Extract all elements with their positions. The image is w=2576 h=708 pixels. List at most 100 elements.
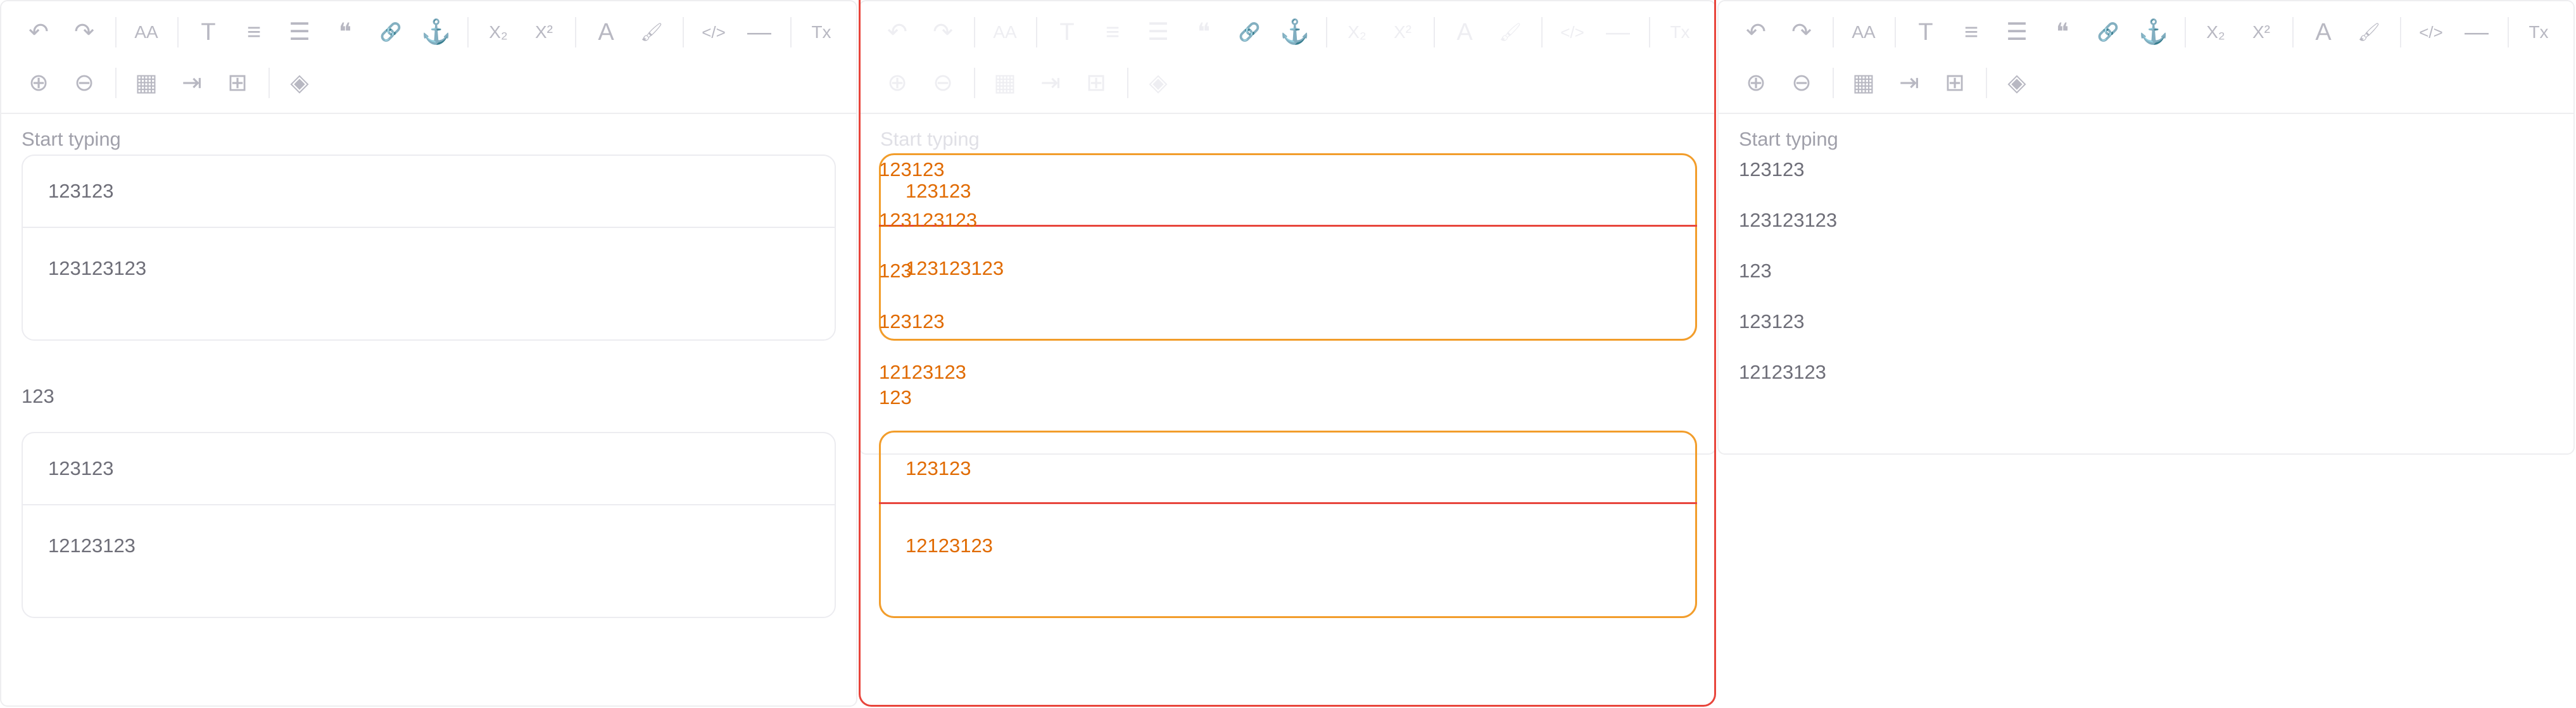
- subscript-button[interactable]: X₂: [2194, 10, 2238, 54]
- paragraph[interactable]: 123123: [1739, 158, 1804, 181]
- redo-button[interactable]: ↷: [62, 10, 106, 54]
- format-painter-button[interactable]: 🖌: [1488, 10, 1532, 54]
- toolbar-separator: [1833, 68, 1834, 98]
- table-cell[interactable]: 12123123: [48, 534, 136, 557]
- undo-button[interactable]: ↶: [875, 10, 919, 54]
- align-button[interactable]: ≡: [232, 10, 276, 54]
- table-cell[interactable]: 123123: [48, 180, 113, 203]
- list-button[interactable]: ☰: [1136, 10, 1180, 54]
- fill-color-icon: ◈: [1149, 70, 1168, 96]
- add-row-button[interactable]: ⊕: [875, 61, 919, 105]
- subscript-button[interactable]: X₂: [476, 10, 521, 54]
- delete-button[interactable]: ⊖: [921, 61, 965, 105]
- align-icon: ≡: [1964, 19, 1979, 46]
- subscript-button[interactable]: X₂: [1335, 10, 1379, 54]
- list-icon: ☰: [1147, 19, 1170, 46]
- delete-button[interactable]: ⊖: [62, 61, 106, 105]
- undo-button[interactable]: ↶: [16, 10, 61, 54]
- superscript-button[interactable]: X²: [522, 10, 566, 54]
- undo-button[interactable]: ↶: [1734, 10, 1778, 54]
- delete-column-button[interactable]: ⊞: [1933, 61, 1977, 105]
- insert-column-icon: ⇥: [1040, 70, 1061, 96]
- toolbar-row-2: ⊕ ⊖ ▦ ⇥ ⊞ ◈: [16, 61, 323, 105]
- table-cell[interactable]: 123123: [48, 457, 113, 480]
- table-button[interactable]: ▦: [1841, 61, 1886, 105]
- editor-content[interactable]: Start typing 123123 123123123 123 123123…: [20, 113, 837, 705]
- add-row-button[interactable]: ⊕: [16, 61, 61, 105]
- paragraph[interactable]: 123: [22, 385, 54, 408]
- anchor-button[interactable]: ⚓: [1273, 10, 1317, 54]
- quote-button[interactable]: ❝: [323, 10, 367, 54]
- add-row-button[interactable]: ⊕: [1734, 61, 1778, 105]
- fill-color-button[interactable]: ◈: [1995, 61, 2039, 105]
- superscript-button[interactable]: X²: [2239, 10, 2283, 54]
- toolbar-separator: [2508, 17, 2509, 47]
- font-size-button[interactable]: AA: [1841, 10, 1886, 54]
- font-size-button[interactable]: AA: [983, 10, 1027, 54]
- delete-icon: ⊖: [74, 70, 94, 96]
- paragraph[interactable]: 12123123: [1739, 361, 1826, 384]
- horizontal-rule-button[interactable]: —: [1596, 10, 1640, 54]
- delete-column-button[interactable]: ⊞: [215, 61, 260, 105]
- list-button[interactable]: ☰: [277, 10, 322, 54]
- superscript-icon: X²: [535, 22, 553, 42]
- clear-format-button[interactable]: Tx: [2516, 10, 2561, 54]
- link-button[interactable]: 🔗: [2086, 10, 2130, 54]
- align-button[interactable]: ≡: [1090, 10, 1135, 54]
- text-style-button[interactable]: T: [186, 10, 230, 54]
- insert-column-button[interactable]: ⇥: [1887, 61, 1931, 105]
- debug-text: 12123123: [879, 361, 966, 383]
- add-row-icon: ⊕: [887, 70, 907, 96]
- text-style-button[interactable]: T: [1045, 10, 1089, 54]
- table-cell[interactable]: 123123123: [48, 257, 146, 280]
- toolbar-separator: [683, 17, 684, 47]
- code-button[interactable]: </>: [2409, 10, 2453, 54]
- code-button[interactable]: </>: [691, 10, 736, 54]
- add-row-icon: ⊕: [28, 70, 49, 96]
- insert-column-button[interactable]: ⇥: [170, 61, 214, 105]
- link-button[interactable]: 🔗: [369, 10, 413, 54]
- font-size-button[interactable]: AA: [124, 10, 168, 54]
- clear-format-button[interactable]: Tx: [799, 10, 843, 54]
- table-button[interactable]: ▦: [124, 61, 168, 105]
- fill-color-button[interactable]: ◈: [1136, 61, 1180, 105]
- list-button[interactable]: ☰: [1995, 10, 2039, 54]
- font-color-button[interactable]: A: [2301, 10, 2346, 54]
- anchor-button[interactable]: ⚓: [414, 10, 458, 54]
- table-row-divider: [23, 227, 835, 228]
- superscript-button[interactable]: X²: [1380, 10, 1425, 54]
- delete-button[interactable]: ⊖: [1779, 61, 1824, 105]
- font-size-icon: AA: [993, 22, 1017, 42]
- paragraph[interactable]: 123123: [1739, 310, 1804, 333]
- code-button[interactable]: </>: [1550, 10, 1594, 54]
- anchor-button[interactable]: ⚓: [2131, 10, 2176, 54]
- table[interactable]: 123123 12123123: [22, 432, 836, 618]
- debug-text: 123123: [879, 310, 945, 332]
- clear-format-icon: Tx: [2529, 22, 2549, 42]
- horizontal-rule-button[interactable]: —: [737, 10, 781, 54]
- font-color-button[interactable]: A: [584, 10, 628, 54]
- align-button[interactable]: ≡: [1949, 10, 1993, 54]
- horizontal-rule-button[interactable]: —: [2454, 10, 2499, 54]
- redo-button[interactable]: ↷: [1779, 10, 1824, 54]
- paragraph[interactable]: 123123123: [1739, 209, 1837, 232]
- quote-button[interactable]: ❝: [2040, 10, 2085, 54]
- redo-button[interactable]: ↷: [921, 10, 965, 54]
- delete-icon: ⊖: [933, 70, 953, 96]
- table-button[interactable]: ▦: [983, 61, 1027, 105]
- font-color-button[interactable]: A: [1443, 10, 1487, 54]
- editor-content[interactable]: Start typing 123123 123123123 123 123123…: [1738, 113, 2554, 453]
- quote-button[interactable]: ❝: [1182, 10, 1226, 54]
- debug-text: 123123: [906, 180, 971, 202]
- format-painter-button[interactable]: 🖌: [2347, 10, 2391, 54]
- text-style-button[interactable]: T: [1904, 10, 1948, 54]
- clear-format-button[interactable]: Tx: [1658, 10, 1702, 54]
- table[interactable]: 123123 123123123: [22, 155, 836, 341]
- link-button[interactable]: 🔗: [1227, 10, 1272, 54]
- delete-column-button[interactable]: ⊞: [1074, 61, 1118, 105]
- fill-color-button[interactable]: ◈: [277, 61, 322, 105]
- paragraph[interactable]: 123: [1739, 260, 1772, 282]
- format-painter-icon: 🖌: [640, 22, 663, 42]
- format-painter-button[interactable]: 🖌: [629, 10, 674, 54]
- insert-column-button[interactable]: ⇥: [1028, 61, 1073, 105]
